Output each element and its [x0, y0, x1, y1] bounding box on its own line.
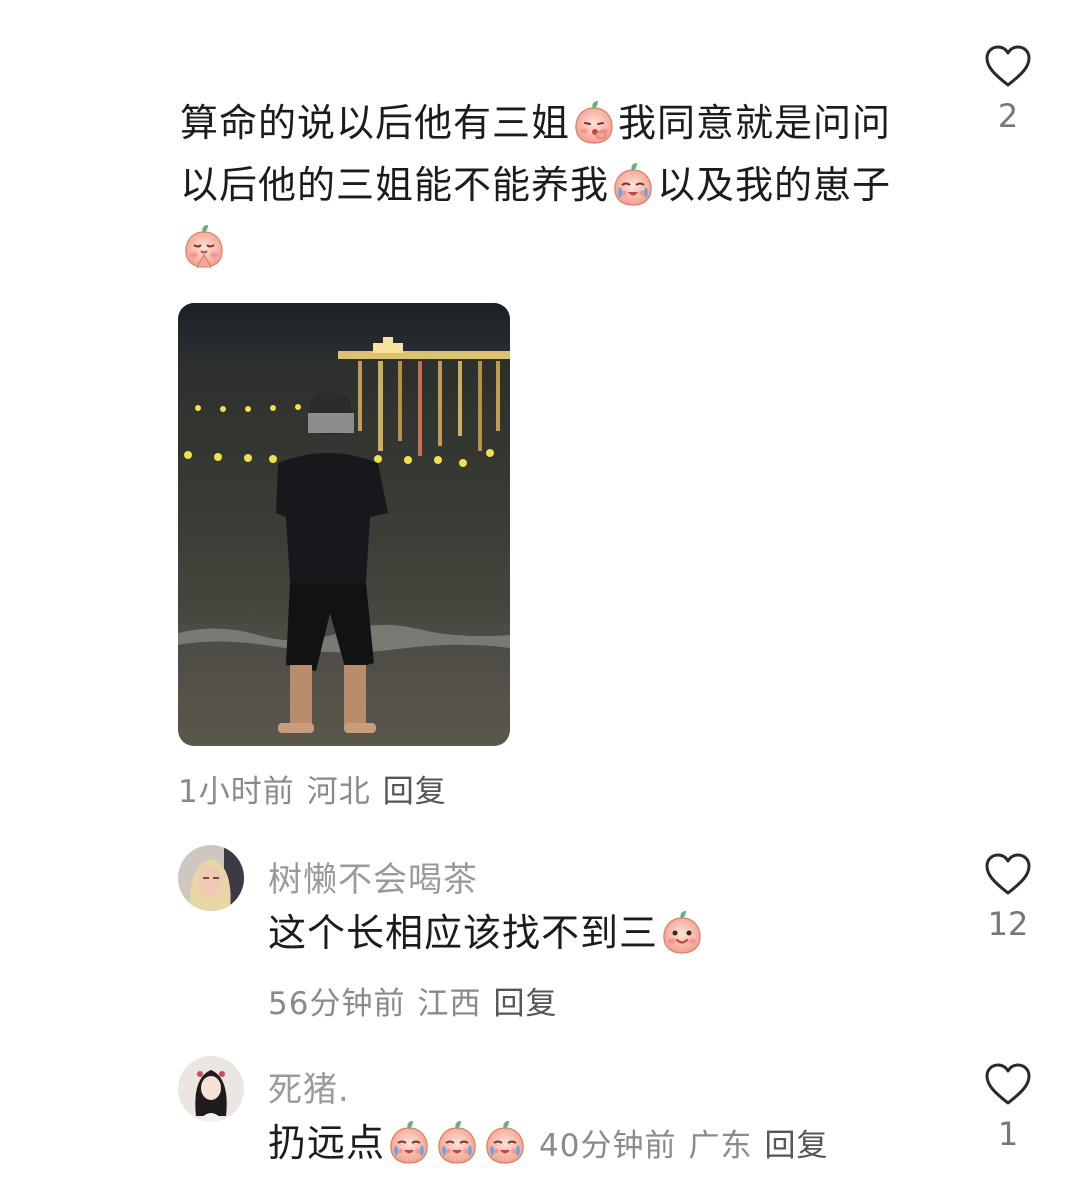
reply-text: 扔远点 40分钟前 广东 回复: [268, 1118, 840, 1171]
user-avatar-image: [178, 1056, 244, 1122]
like-count: 2: [997, 97, 1019, 135]
reply-time: 40分钟前: [539, 1128, 677, 1164]
reply-time: 56分钟前: [268, 986, 406, 1022]
peach-thinking-emoji-icon: [571, 99, 617, 145]
comment-text-part-3: 以及我的崽子: [657, 163, 892, 207]
reply-text: 这个长相应该找不到三: [268, 908, 706, 958]
comment-text-part-1: 算命的说以后他有三姐: [180, 101, 571, 145]
peach-crying-emoji-icon: [386, 1119, 432, 1165]
username[interactable]: 死猪.: [268, 1062, 350, 1111]
reply-location: 江西: [417, 986, 482, 1022]
heart-icon: [985, 1063, 1031, 1105]
main-comment-text: 算命的说以后他有三姐 我同意就是问问以后他的三姐能不能养我 以及我的崽子: [180, 92, 920, 278]
comment-location: 河北: [306, 774, 371, 810]
like-button-reply-1[interactable]: 12: [978, 852, 1038, 942]
username[interactable]: 树懒不会喝茶: [268, 852, 478, 901]
reply-meta: 40分钟前 广东 回复: [539, 1128, 840, 1164]
comment-time: 1小时前: [178, 774, 295, 810]
reply-button[interactable]: 回复: [764, 1128, 828, 1164]
avatar[interactable]: [178, 1056, 244, 1122]
heart-icon: [985, 45, 1031, 87]
peach-crying-emoji-icon: [482, 1119, 528, 1165]
reply-location: 广东: [688, 1128, 753, 1164]
beach-night-photo: [178, 303, 510, 746]
reply-button[interactable]: 回复: [383, 774, 447, 810]
peach-praying-emoji-icon: [181, 223, 227, 269]
like-count: 12: [987, 905, 1029, 943]
reply-meta: 56分钟前 江西 回复: [268, 978, 569, 1023]
like-button-reply-2[interactable]: 1: [978, 1062, 1038, 1152]
peach-crying-emoji-icon: [434, 1119, 480, 1165]
user-avatar-image: [178, 845, 244, 911]
avatar[interactable]: [178, 845, 244, 911]
reply-button[interactable]: 回复: [493, 986, 557, 1022]
reply-text-content: 扔远点: [268, 1121, 386, 1165]
comment-photo[interactable]: [178, 303, 510, 746]
like-button-main[interactable]: 2: [978, 44, 1038, 134]
main-comment-meta: 1小时前 河北 回复: [178, 766, 459, 811]
heart-icon: [985, 853, 1031, 895]
peach-crying-emoji-icon: [610, 161, 656, 207]
reply-text-content: 这个长相应该找不到三: [268, 911, 659, 955]
like-count: 1: [997, 1115, 1019, 1153]
peach-smile-emoji-icon: [659, 909, 705, 955]
